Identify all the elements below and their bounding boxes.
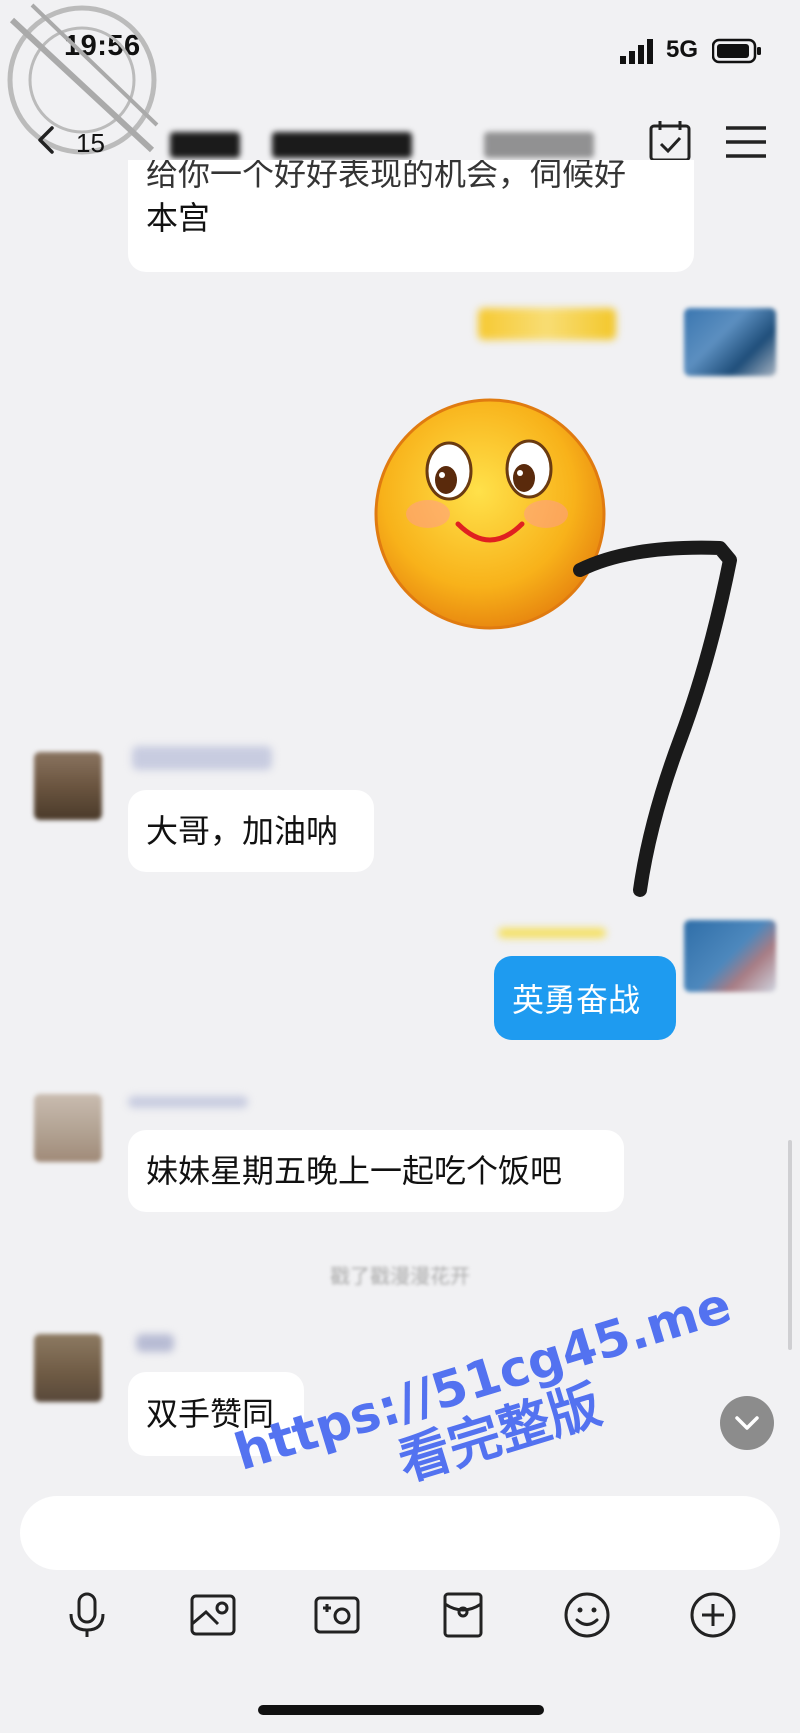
message-text: 本宫	[146, 199, 211, 237]
chat-title-blurred	[484, 132, 594, 158]
avatar[interactable]	[34, 752, 102, 820]
system-notice: 戳了戳漫漫花开	[330, 1264, 470, 1288]
sender-name-blurred	[478, 308, 616, 340]
microphone-icon[interactable]	[62, 1590, 112, 1640]
sender-name-blurred	[128, 1096, 248, 1108]
message-bubble-received[interactable]: 大哥，加油呐	[128, 790, 374, 872]
unread-count[interactable]: 15	[76, 128, 105, 159]
avatar[interactable]	[684, 920, 776, 992]
avatar[interactable]	[34, 1334, 102, 1402]
image-icon[interactable]	[188, 1590, 238, 1640]
avatar[interactable]	[684, 308, 776, 376]
message-bubble-received[interactable]: 给你一个好好表现的机会，伺候好 本宫	[128, 160, 694, 272]
home-indicator[interactable]	[258, 1705, 544, 1715]
calendar-check-icon[interactable]	[646, 118, 694, 166]
menu-icon[interactable]	[724, 122, 768, 162]
signal-icon	[620, 39, 653, 64]
plus-icon[interactable]	[688, 1590, 738, 1640]
message-text: 大哥，加油呐	[146, 812, 339, 850]
chat-title-blurred	[272, 132, 412, 158]
message-text: 妹妹星期五晚上一起吃个饭吧	[146, 1152, 563, 1190]
message-text: 给你一个好好表现的机会，伺候好	[146, 160, 627, 193]
message-bubble-sent[interactable]: 英勇奋战	[494, 956, 676, 1040]
emoji-icon[interactable]	[562, 1590, 612, 1640]
battery-icon	[712, 38, 761, 64]
message-text: 英勇奋战	[512, 981, 641, 1019]
sender-name-blurred	[132, 746, 272, 770]
sender-name-blurred	[136, 1334, 174, 1352]
scribble-mark	[573, 540, 737, 897]
scrollbar[interactable]	[788, 1140, 792, 1350]
chat-title-blurred	[170, 132, 240, 158]
network-type: 5G	[666, 36, 699, 63]
avatar[interactable]	[34, 1094, 102, 1162]
sender-name-blurred	[498, 928, 606, 938]
message-bubble-received[interactable]: 妹妹星期五晚上一起吃个饭吧	[128, 1130, 624, 1212]
